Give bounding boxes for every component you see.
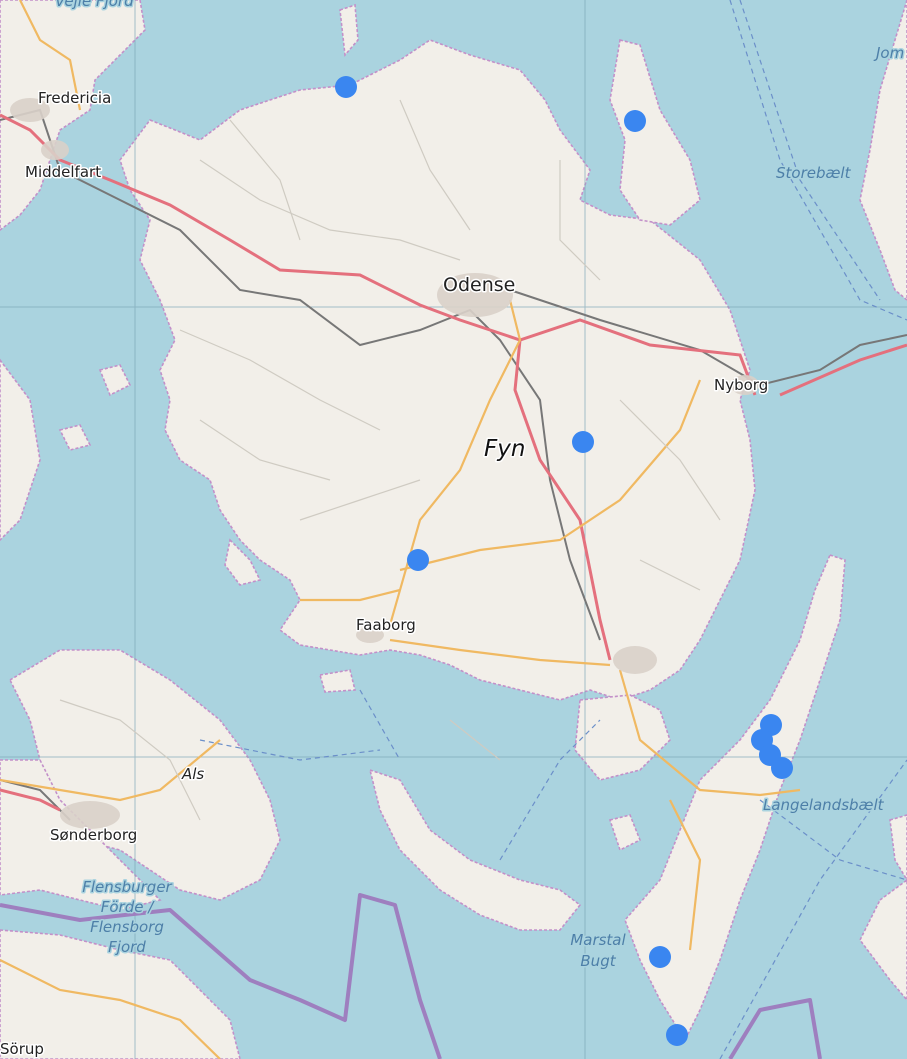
label-flensburger-2: Förde / — [101, 898, 155, 916]
label-marstal-2: Bugt — [580, 952, 616, 970]
marker-m9[interactable] — [649, 946, 671, 968]
label-sorup: Sörup — [0, 1040, 44, 1058]
label-flensburger: Flensburger — [82, 878, 172, 896]
marker-m10[interactable] — [666, 1024, 688, 1046]
label-marstal: Marstal — [570, 931, 626, 949]
label-faaborg: Faaborg — [356, 616, 416, 634]
label-sonderborg: Sønderborg — [50, 826, 137, 844]
marker-m8[interactable] — [771, 757, 793, 779]
label-langelandsbaelt: Langelandsbælt — [763, 796, 885, 814]
label-fredericia: Fredericia — [38, 89, 111, 107]
marker-m2[interactable] — [624, 110, 646, 132]
label-als: Als — [181, 765, 204, 783]
label-jom: Jom — [873, 44, 904, 62]
label-flensburger-3: Flensborg — [90, 918, 164, 936]
marker-m1[interactable] — [335, 76, 357, 98]
label-storebaelt: Storebælt — [776, 164, 852, 182]
label-region-fyn: Fyn — [484, 436, 525, 462]
marker-m4[interactable] — [407, 549, 429, 571]
label-odense: Odense — [443, 274, 515, 296]
label-nyborg: Nyborg — [714, 376, 768, 394]
label-vejle: Vejle Fjord — [55, 0, 134, 10]
marker-m3[interactable] — [572, 431, 594, 453]
label-middelfart: Middelfart — [25, 163, 101, 181]
label-flensburger-4: Fjord — [108, 938, 146, 956]
map-canvas[interactable]: Fredericia Middelfart Odense Nyborg Faab… — [0, 0, 907, 1059]
